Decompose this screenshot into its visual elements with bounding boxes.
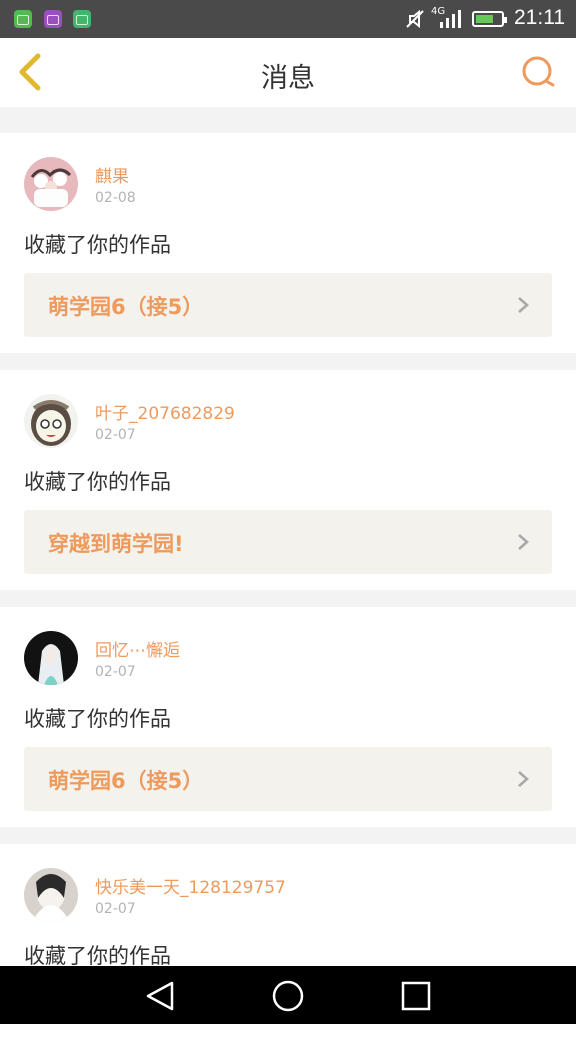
timestamp: 02-07 [95,664,136,680]
system-nav-bar [0,966,576,1024]
app-icon [73,10,91,28]
username[interactable]: 快乐美一天_128129757 [95,873,286,898]
list-item: 叶子_207682829 02-07 收藏了你的作品 穿越到萌学园! [0,370,576,590]
work-link[interactable]: 萌学园6（接5） [24,273,552,337]
chevron-right-icon [518,771,529,787]
app-icon [14,10,32,28]
list-item: 快乐美一天_128129757 02-07 收藏了你的作品 [0,844,576,1064]
status-bar: 4G 21:11 [0,0,576,38]
clock: 21:11 [514,6,565,29]
username[interactable]: 叶子_207682829 [95,399,235,424]
timestamp: 02-08 [95,190,136,206]
back-triangle-icon[interactable] [142,978,178,1014]
username[interactable]: 麒果 [95,162,129,187]
work-link[interactable]: 穿越到萌学园! [24,510,552,574]
chevron-right-icon [518,297,529,313]
search-button[interactable] [520,54,556,90]
action-text: 收藏了你的作品 [24,233,171,257]
home-circle-icon[interactable] [270,978,306,1014]
battery-charging-icon [472,11,507,27]
list-item: 麒果 02-08 收藏了你的作品 萌学园6（接5） [0,133,576,353]
search-icon [522,56,555,87]
avatar[interactable] [24,868,78,922]
recent-square-icon[interactable] [398,978,434,1014]
notification-list: 麒果 02-08 收藏了你的作品 萌学园6（接5） 叶子_207682829 0… [0,107,576,1064]
timestamp: 02-07 [95,427,136,443]
header: 消息 [0,38,576,108]
list-item: 回忆⋯懈逅 02-07 收藏了你的作品 萌学园6（接5） [0,607,576,827]
work-link[interactable]: 萌学园6（接5） [24,747,552,811]
work-title: 穿越到萌学园! [48,532,184,556]
page-title: 消息 [261,63,315,94]
action-text: 收藏了你的作品 [24,470,171,494]
signal-icon [440,10,461,28]
gallery-icon [44,10,62,28]
work-title: 萌学园6（接5） [48,295,204,319]
timestamp: 02-07 [95,901,136,917]
mute-icon [406,9,424,29]
action-text: 收藏了你的作品 [24,707,171,731]
work-title: 萌学园6（接5） [48,769,204,793]
avatar[interactable] [24,394,78,448]
chevron-right-icon [518,534,529,550]
avatar[interactable] [24,157,78,211]
username[interactable]: 回忆⋯懈逅 [95,636,180,661]
avatar[interactable] [24,631,78,685]
